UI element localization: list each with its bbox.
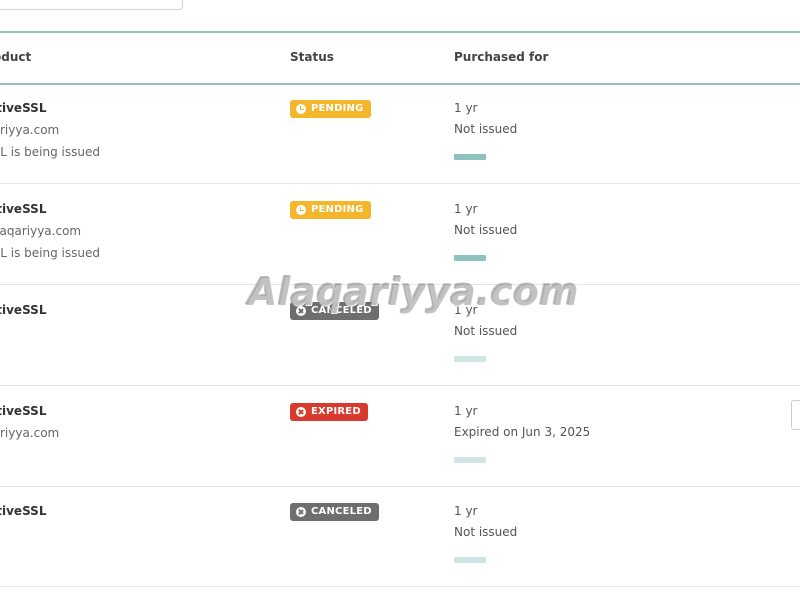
product-note: SSL is being issued <box>0 145 100 159</box>
column-header-product[interactable]: oduct <box>0 50 31 64</box>
progress-bar <box>454 557 486 563</box>
term-text: 1 yr <box>454 202 478 216</box>
clock-icon <box>296 205 306 215</box>
issue-status-text: Not issued <box>454 525 518 539</box>
product-name[interactable]: sitiveSSL <box>0 303 46 317</box>
progress-bar <box>454 255 486 261</box>
column-header-status[interactable]: Status <box>290 50 334 64</box>
term-text: 1 yr <box>454 404 478 418</box>
ssl-certificates-page: oduct Status Purchased for sitiveSSL qar… <box>0 0 800 600</box>
status-badge: CANCELED <box>290 302 379 320</box>
table-row[interactable]: sitiveSSL .alaqariyya.com SSL is being i… <box>0 184 800 285</box>
product-domain: .alaqariyya.com <box>0 224 82 238</box>
product-name[interactable]: sitiveSSL <box>0 101 46 115</box>
status-badge: PENDING <box>290 100 371 118</box>
issue-status-text: Expired on Jun 3, 2025 <box>454 425 591 439</box>
progress-bar <box>454 457 486 463</box>
table-row[interactable]: sitiveSSL CANCELED 1 yr Not issued <box>0 285 800 386</box>
product-name[interactable]: sitiveSSL <box>0 504 46 518</box>
status-label: PENDING <box>311 204 364 215</box>
status-label: CANCELED <box>311 506 372 517</box>
close-circle-icon <box>296 407 306 417</box>
status-label: CANCELED <box>311 305 372 316</box>
product-note: SSL is being issued <box>0 246 100 260</box>
row-action-button[interactable] <box>791 400 800 430</box>
table-row[interactable]: sitiveSSL qariyya.com EXPIRED 1 yr Expir… <box>0 386 800 487</box>
term-text: 1 yr <box>454 504 478 518</box>
status-label: EXPIRED <box>311 406 361 417</box>
term-text: 1 yr <box>454 303 478 317</box>
product-domain: qariyya.com <box>0 426 60 440</box>
close-circle-icon <box>296 306 306 316</box>
clock-icon <box>296 104 306 114</box>
issue-status-text: Not issued <box>454 223 518 237</box>
status-badge: PENDING <box>290 201 371 219</box>
search-input[interactable] <box>0 0 183 10</box>
progress-bar <box>454 154 486 160</box>
status-badge: CANCELED <box>290 503 379 521</box>
product-name[interactable]: sitiveSSL <box>0 202 46 216</box>
status-label: PENDING <box>311 103 364 114</box>
table-header: oduct Status Purchased for <box>0 31 800 85</box>
term-text: 1 yr <box>454 101 478 115</box>
column-header-purchased-for[interactable]: Purchased for <box>454 50 548 64</box>
issue-status-text: Not issued <box>454 122 518 136</box>
close-circle-icon <box>296 507 306 517</box>
table-row[interactable]: sitiveSSL CANCELED 1 yr Not issued <box>0 486 800 587</box>
progress-bar <box>454 356 486 362</box>
table-row[interactable]: sitiveSSL qariyya.com SSL is being issue… <box>0 83 800 184</box>
status-badge: EXPIRED <box>290 403 368 421</box>
issue-status-text: Not issued <box>454 324 518 338</box>
product-name[interactable]: sitiveSSL <box>0 404 46 418</box>
product-domain: qariyya.com <box>0 123 60 137</box>
